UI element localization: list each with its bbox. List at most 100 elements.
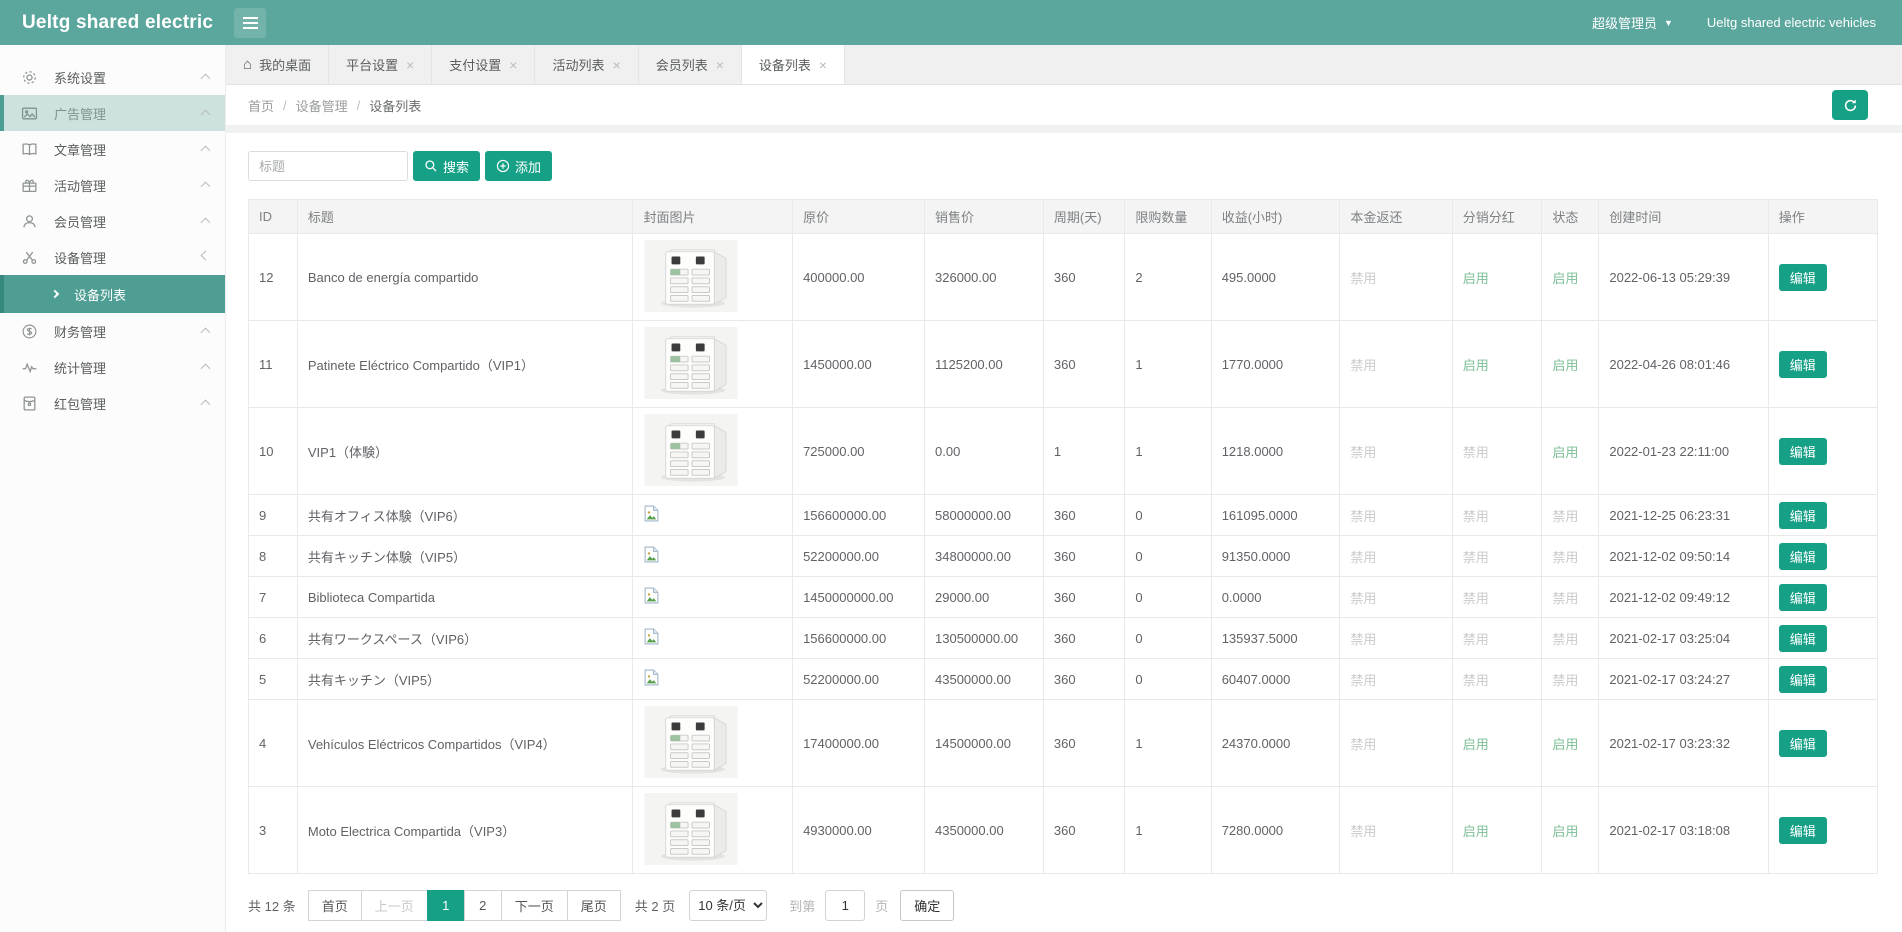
table-row: 12 Banco de energía compartido	[249, 234, 1878, 321]
broken-image-icon	[643, 551, 660, 566]
add-button[interactable]: 添加	[485, 151, 552, 181]
edit-button[interactable]: 编辑	[1779, 438, 1827, 465]
tab[interactable]: ⌂ 我的桌面	[226, 45, 329, 84]
tab[interactable]: 支付设置 ×	[432, 45, 535, 84]
gear-icon	[21, 69, 38, 86]
next-page-button[interactable]: 下一页	[501, 890, 568, 921]
search-input[interactable]	[248, 151, 408, 181]
edit-button[interactable]: 编辑	[1779, 502, 1827, 529]
pagination: 共 12 条 首页 上一页 12 下一页 尾页 共 2 页 10 条/页	[248, 890, 1878, 932]
search-button[interactable]: 搜索	[413, 151, 480, 181]
chevron-icon	[201, 251, 211, 261]
edit-button[interactable]: 编辑	[1779, 666, 1827, 693]
arrow-right-icon	[51, 290, 59, 298]
image-icon	[21, 105, 38, 122]
book-icon	[21, 141, 38, 158]
sidebar-item: 系统设置	[0, 59, 225, 95]
redpacket-icon	[21, 395, 38, 412]
chevron-icon	[201, 181, 211, 191]
user-role-dropdown[interactable]: 超级管理员 ▼	[1592, 13, 1673, 32]
status-badge: 禁用	[1542, 536, 1599, 577]
page-number-button[interactable]: 2	[464, 890, 502, 921]
sidebar-item: 文章管理	[0, 131, 225, 167]
device-photo	[643, 706, 739, 778]
edit-button[interactable]: 编辑	[1779, 351, 1827, 378]
sidebar-item: 会员管理	[0, 203, 225, 239]
column-header: 封面图片	[633, 200, 793, 234]
chevron-icon	[201, 145, 211, 155]
edit-button[interactable]: 编辑	[1779, 264, 1827, 291]
table-row: 8 共有キッチン体験（VIP5）	[249, 536, 1878, 577]
status-badge: 禁用	[1542, 659, 1599, 700]
sidebar-item: 统计管理	[0, 349, 225, 385]
chevron-icon	[201, 399, 211, 409]
column-header: 收益(小时)	[1211, 200, 1340, 234]
user-role-label: 超级管理员	[1592, 13, 1657, 32]
tab[interactable]: 设备列表 ×	[742, 45, 845, 84]
total-count: 共 12 条	[248, 896, 296, 915]
first-page-button[interactable]: 首页	[308, 890, 362, 921]
status-badge: 启用	[1542, 700, 1599, 787]
dollar-icon	[21, 323, 38, 340]
edit-button[interactable]: 编辑	[1779, 584, 1827, 611]
last-page-button[interactable]: 尾页	[567, 890, 621, 921]
table-row: 10 VIP1（体験）	[249, 408, 1878, 495]
column-header: 操作	[1768, 200, 1877, 234]
sidebar-item: 红包管理	[0, 385, 225, 421]
close-icon[interactable]: ×	[819, 57, 827, 73]
page-size-select[interactable]: 10 条/页	[689, 890, 767, 921]
menu-toggle-button[interactable]	[234, 8, 266, 38]
column-header: 原价	[793, 200, 925, 234]
prev-page-button[interactable]: 上一页	[361, 890, 428, 921]
column-header: 销售价	[925, 200, 1044, 234]
pulse-icon	[21, 359, 38, 376]
sidebar-item: 广告管理	[0, 95, 225, 131]
goto-page-input[interactable]	[825, 890, 865, 921]
broken-image-icon	[643, 674, 660, 689]
status-badge: 启用	[1542, 321, 1599, 408]
broken-image-icon	[643, 592, 660, 607]
breadcrumb-current: 设备列表	[369, 96, 421, 115]
close-icon[interactable]: ×	[509, 57, 517, 73]
tab[interactable]: 活动列表 ×	[535, 45, 638, 84]
device-table: ID标题封面图片原价销售价周期(天)限购数量收益(小时)本金返还分销分红状态创建…	[248, 199, 1878, 874]
breadcrumb-home-link[interactable]: 首页	[248, 96, 274, 115]
user-icon	[21, 213, 38, 230]
close-icon[interactable]: ×	[613, 57, 621, 73]
breadcrumb-device-mgmt-link[interactable]: 设备管理	[296, 96, 348, 115]
status-badge: 启用	[1542, 234, 1599, 321]
refresh-button[interactable]	[1832, 90, 1868, 120]
page-number-button[interactable]: 1	[427, 890, 465, 921]
close-icon[interactable]: ×	[406, 57, 414, 73]
total-pages: 共 2 页	[635, 896, 675, 915]
tab[interactable]: 会员列表 ×	[639, 45, 742, 84]
status-badge: 禁用	[1542, 577, 1599, 618]
tab[interactable]: 平台设置 ×	[329, 45, 432, 84]
edit-button[interactable]: 编辑	[1779, 543, 1827, 570]
table-row: 4 Vehículos Eléctricos Compartidos（VIP4）	[249, 700, 1878, 787]
tab-bar: ⌂ 我的桌面 平台设置 × 支付设置 ×	[226, 45, 1902, 85]
edit-button[interactable]: 编辑	[1779, 730, 1827, 757]
status-badge: 启用	[1542, 408, 1599, 495]
status-badge: 启用	[1542, 787, 1599, 874]
device-photo	[643, 793, 739, 865]
table-row: 9 共有オフィス体験（VIP6）	[249, 495, 1878, 536]
chevron-icon	[201, 73, 211, 83]
edit-button[interactable]: 编辑	[1779, 817, 1827, 844]
table-header-row: ID标题封面图片原价销售价周期(天)限购数量收益(小时)本金返还分销分红状态创建…	[249, 200, 1878, 234]
breadcrumb: 首页 / 设备管理 / 设备列表	[226, 85, 1902, 125]
confirm-button[interactable]: 确定	[900, 890, 954, 921]
content-panel: 搜索 添加 ID标题封	[226, 133, 1902, 932]
scissors-icon	[21, 249, 38, 266]
edit-button[interactable]: 编辑	[1779, 625, 1827, 652]
column-header: ID	[249, 200, 298, 234]
sidebar-item: 财务管理	[0, 313, 225, 349]
chevron-icon	[201, 363, 211, 373]
toolbar: 搜索 添加	[248, 151, 1878, 181]
column-header: 本金返还	[1340, 200, 1452, 234]
close-icon[interactable]: ×	[716, 57, 724, 73]
sidebar-subitem-device-list[interactable]: 设备列表	[0, 275, 225, 313]
gift-icon	[21, 177, 38, 194]
device-photo	[643, 414, 739, 486]
table-row: 7 Biblioteca Compartida	[249, 577, 1878, 618]
